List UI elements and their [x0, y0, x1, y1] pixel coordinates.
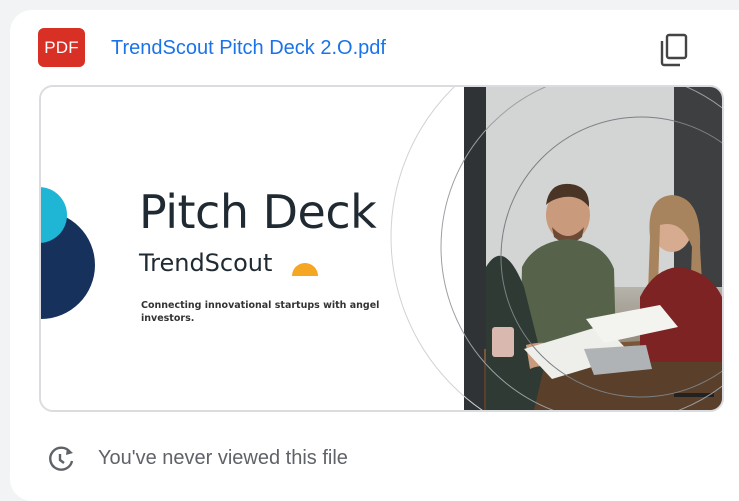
file-header: PDF TrendScout Pitch Deck 2.O.pdf [10, 10, 739, 88]
pdf-file-icon: PDF [38, 28, 85, 67]
file-preview-thumbnail[interactable]: Pitch Deck TrendScout Connecting innovat… [39, 85, 724, 412]
brand-semicircle-icon [292, 263, 318, 276]
slide-title: Pitch Deck [139, 185, 377, 239]
view-status-text: You've never viewed this file [98, 447, 348, 469]
file-name-link[interactable]: TrendScout Pitch Deck 2.O.pdf [111, 37, 386, 60]
file-activity-footer: You've never viewed this file [10, 430, 739, 490]
file-card: PDF TrendScout Pitch Deck 2.O.pdf Pitch … [10, 10, 739, 501]
slide-brand-name: TrendScout [139, 249, 273, 277]
history-icon [49, 446, 74, 471]
photo-illustration [464, 87, 722, 410]
slide-tagline: Connecting innovational startups with an… [141, 300, 380, 324]
slide-title-panel: Pitch Deck TrendScout Connecting innovat… [41, 87, 464, 410]
team-meeting-photo [464, 87, 722, 410]
copy-icon[interactable] [656, 32, 692, 68]
